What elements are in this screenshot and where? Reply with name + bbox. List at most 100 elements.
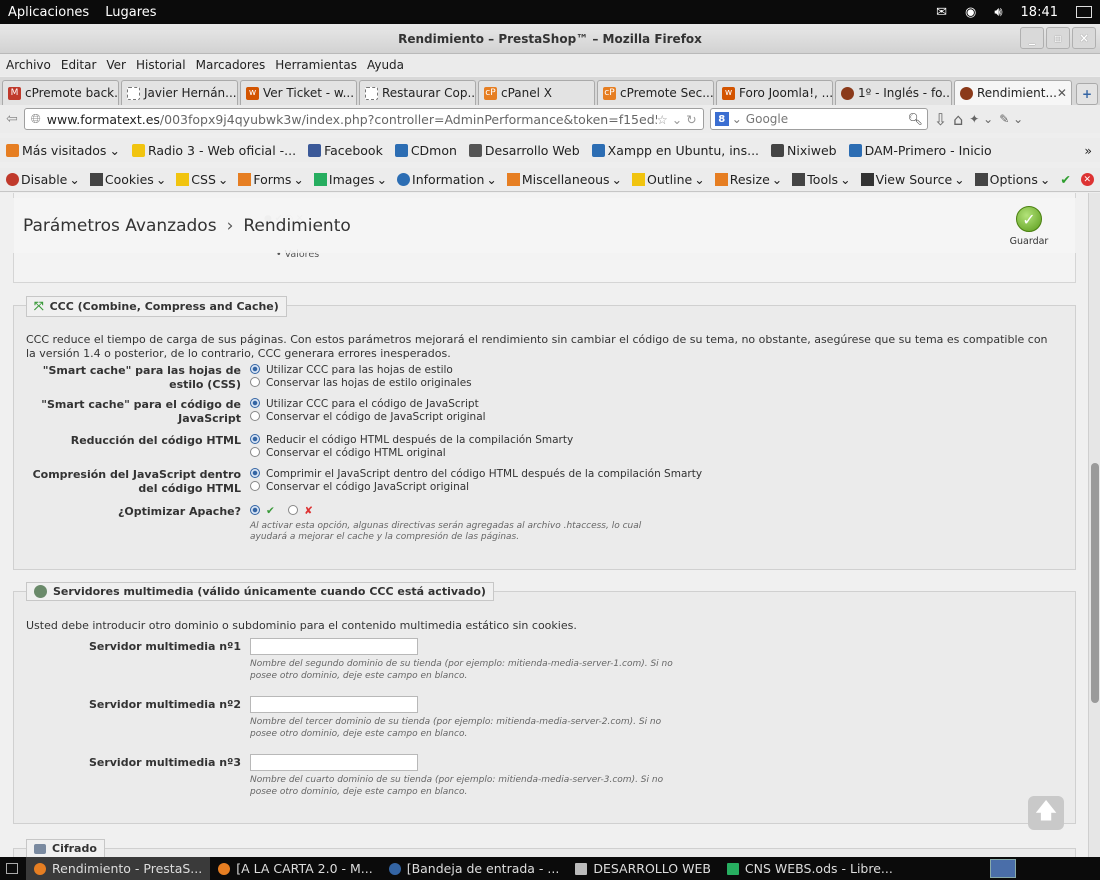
taskbar-label: [Bandeja de entrada - ... <box>406 861 560 876</box>
devbar-tools[interactable]: Tools ⌄ <box>792 172 851 187</box>
bookmark-item[interactable]: Desarrollo Web <box>468 142 580 158</box>
chat-icon[interactable]: ◉ <box>965 5 976 20</box>
radio-html-reduce-off[interactable] <box>250 446 260 457</box>
tab-close-icon[interactable]: ✕ <box>1057 86 1067 100</box>
radio-ccc-js-on[interactable] <box>250 398 260 408</box>
devbar-cookies[interactable]: Cookies ⌄ <box>89 172 166 187</box>
browser-tab[interactable]: cP cPremote Sec... <box>597 80 714 105</box>
dropdown-arrow-icon[interactable]: ⌄ <box>732 112 742 126</box>
radio-ccc-css-off[interactable] <box>250 376 260 387</box>
devbar-view-source[interactable]: View Source ⌄ <box>860 172 965 187</box>
radio-apache-yes[interactable] <box>250 505 260 515</box>
tools-icon[interactable]: ✎ ⌄ <box>999 112 1023 126</box>
vertical-scrollbar[interactable] <box>1088 193 1100 857</box>
bookmark-item[interactable]: CDmon <box>394 143 457 158</box>
devbar-outline[interactable]: Outline ⌄ <box>632 172 705 187</box>
bookmark-item[interactable]: Facebook <box>308 143 383 158</box>
maximize-button[interactable]: ▫ <box>1046 27 1070 49</box>
bookmark-star-icon[interactable]: ☆ ⌄ ↻ <box>657 112 697 127</box>
menu-marcadores[interactable]: Marcadores <box>196 58 266 72</box>
site-identity-icon[interactable]: 🌐︎ <box>31 111 41 127</box>
more-bookmarks-icon[interactable]: » <box>1084 143 1092 158</box>
bookmark-item[interactable]: DAM-Primero - Inicio <box>848 142 992 158</box>
menu-historial[interactable]: Historial <box>136 58 186 72</box>
minimize-button[interactable]: _ <box>1020 27 1044 49</box>
bookmark-label: Desarrollo Web <box>484 142 580 158</box>
devbar-css[interactable]: CSS ⌄ <box>176 172 228 187</box>
mail-icon[interactable]: ✉ <box>936 5 947 20</box>
devbar-disable[interactable]: Disable ⌄ <box>6 172 80 187</box>
save-button[interactable]: ✓ Guardar <box>1004 206 1054 247</box>
devbar-miscellaneous[interactable]: Miscellaneous ⌄ <box>506 172 622 187</box>
devbar-forms[interactable]: Forms ⌄ <box>238 172 304 187</box>
check-icon[interactable]: ✔ <box>1060 172 1070 187</box>
devbar-information[interactable]: Information ⌄ <box>397 172 497 187</box>
bookmark-item[interactable]: Xampp en Ubuntu, ins... <box>591 143 759 158</box>
magnifier-icon[interactable]: 🔍︎ <box>908 112 923 126</box>
page-viewport: ● ✔ ○ ✕ • Valores Parámetros Avanzados ›… <box>0 193 1088 857</box>
taskbar-item[interactable]: [A LA CARTA 2.0 - M... <box>210 857 380 880</box>
menu-herramientas[interactable]: Herramientas <box>275 58 357 72</box>
clock[interactable]: 18:41 <box>1021 5 1058 20</box>
tab-favicon: cP <box>484 86 497 100</box>
browser-tab[interactable]: Javier Hernán... <box>121 80 238 105</box>
media-server-1-input[interactable] <box>250 638 418 655</box>
radio-html-reduce-on[interactable] <box>250 434 260 444</box>
radio-ccc-css-on[interactable] <box>250 364 260 374</box>
user-menu-icon[interactable] <box>1076 6 1092 18</box>
search-engine-icon[interactable]: 8 <box>714 112 729 126</box>
browser-tab[interactable]: 1º - Inglés - fo... <box>835 80 952 105</box>
applications-menu[interactable]: Aplicaciones <box>8 5 89 20</box>
bookmark-icon <box>771 143 785 157</box>
browser-tab[interactable]: w Foro Joomla!, ... <box>716 80 833 105</box>
taskbar-item[interactable]: [Bandeja de entrada - ... <box>381 857 568 880</box>
browser-tab[interactable]: McPremote back... <box>2 80 119 105</box>
scrollbar-thumb[interactable] <box>1091 463 1099 703</box>
menu-ayuda[interactable]: Ayuda <box>367 58 404 72</box>
addon-icon[interactable]: ✦ ⌄ <box>969 112 993 126</box>
search-input[interactable]: 8 ⌄ Google 🔍︎ <box>709 108 928 130</box>
taskbar-label: Rendimiento - PrestaS... <box>52 861 203 876</box>
browser-tab-active[interactable]: Rendimient... ✕ <box>954 80 1072 105</box>
bookmark-item[interactable]: Nixiweb <box>771 143 837 158</box>
devbar-resize[interactable]: Resize ⌄ <box>714 172 782 187</box>
error-icon[interactable]: ✕ <box>1080 173 1094 186</box>
home-icon[interactable]: ⌂ <box>953 110 963 129</box>
radio-js-inline-off[interactable] <box>250 480 260 491</box>
taskbar-item[interactable]: DESARROLLO WEB <box>567 857 719 880</box>
volume-icon[interactable]: 🔊︎ <box>994 5 1002 20</box>
tab-label: Foro Joomla!, ... <box>739 86 833 100</box>
browser-tab[interactable]: cP cPanel X <box>478 80 595 105</box>
media-server-2-input[interactable] <box>250 696 418 713</box>
close-window-button[interactable]: × <box>1072 27 1096 49</box>
radio-apache-no[interactable] <box>288 505 299 515</box>
browser-tab[interactable]: w Ver Ticket - w... <box>240 80 357 105</box>
new-tab-button[interactable]: + <box>1076 83 1098 105</box>
radio-js-inline-on[interactable] <box>250 468 260 478</box>
outline-icon <box>632 173 646 186</box>
media-server-3-input[interactable] <box>250 754 418 771</box>
bookmark-item[interactable]: Radio 3 - Web oficial -... <box>131 143 296 158</box>
taskbar-item[interactable]: CNS WEBS.ods - Libre... <box>719 857 901 880</box>
show-desktop-icon[interactable] <box>6 863 18 874</box>
menu-ver[interactable]: Ver <box>106 58 126 72</box>
taskbar-item[interactable]: Rendimiento - PrestaS... <box>26 857 211 880</box>
bookmark-label: DAM-Primero - Inicio <box>864 142 992 158</box>
download-icon[interactable]: ⇩ <box>934 110 947 129</box>
tools-icon <box>792 173 806 186</box>
back-icon[interactable]: ⇦ <box>6 111 18 127</box>
bookmark-item[interactable]: Más visitados ⌄ <box>6 143 120 158</box>
devbar-images[interactable]: Images ⌄ <box>313 172 387 187</box>
breadcrumb-parent[interactable]: Parámetros Avanzados <box>23 216 217 236</box>
media-description: Usted debe introducir otro dominio o sub… <box>26 619 577 632</box>
url-bar[interactable]: 🌐︎ www.formatext.es/003fopx9j4qyubwk3w/i… <box>23 108 704 130</box>
menu-editar[interactable]: Editar <box>61 58 97 72</box>
scroll-to-top-button[interactable]: 🡅 <box>1028 796 1064 830</box>
devbar-options[interactable]: Options ⌄ <box>974 172 1050 187</box>
radio-ccc-js-off[interactable] <box>250 410 260 421</box>
places-menu[interactable]: Lugares <box>105 5 156 20</box>
browser-tab[interactable]: Restaurar Cop... <box>359 80 476 105</box>
options-icon <box>974 173 988 186</box>
workspace-switcher-icon[interactable] <box>990 859 1016 878</box>
menu-archivo[interactable]: Archivo <box>6 58 51 72</box>
